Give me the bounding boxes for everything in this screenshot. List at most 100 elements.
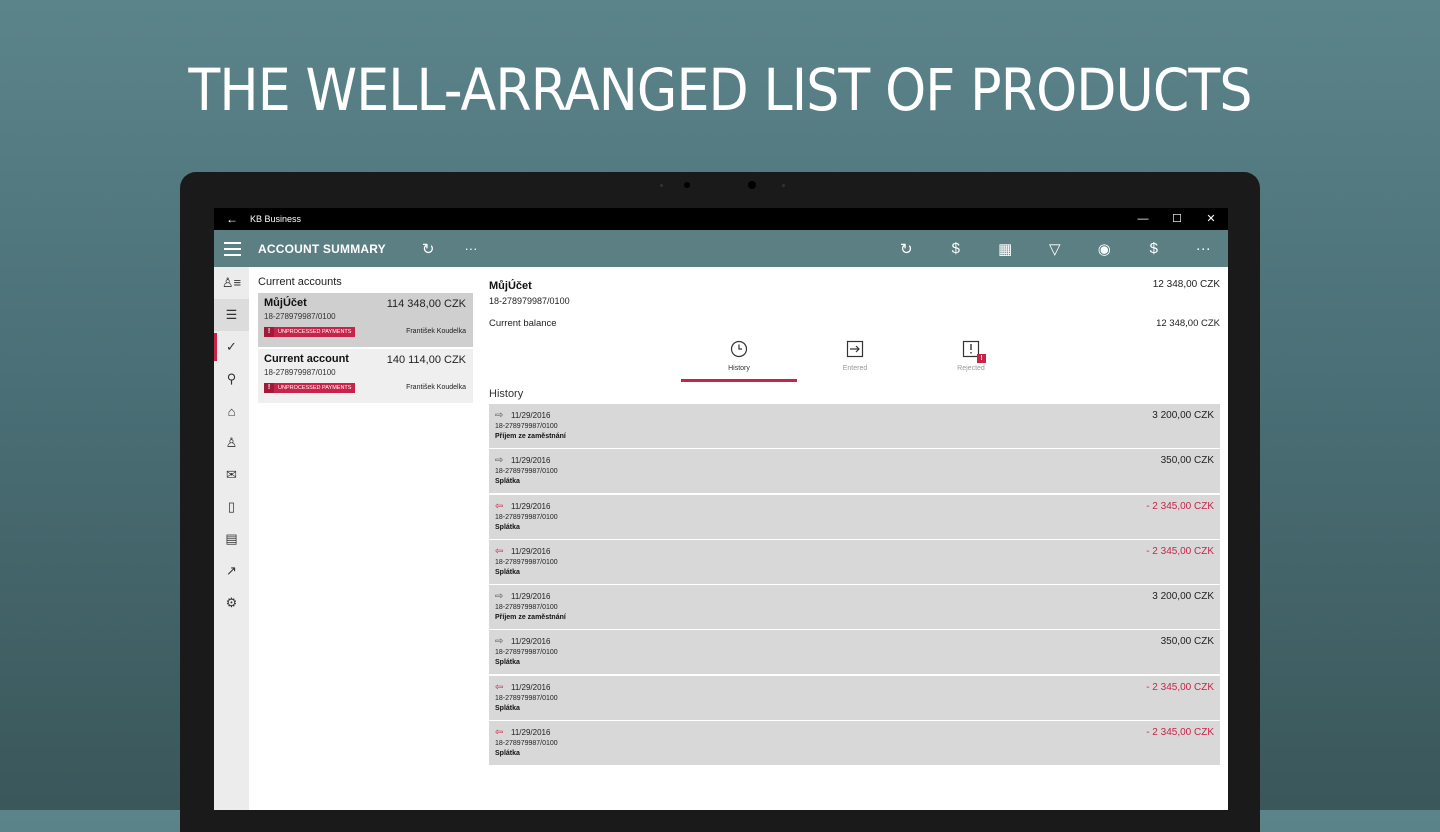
current-balance-value: 12 348,00 CZK [1156,318,1220,329]
window-controls: — ☐ ✕ [1126,208,1228,230]
account-owner: František Koudelka [406,384,466,391]
incoming-arrow-icon: ⇨ [495,636,504,648]
hamburger-menu-icon[interactable] [214,241,250,256]
maximize-button[interactable]: ☐ [1160,208,1194,230]
sensor [660,184,663,187]
transaction-date: 11/29/2016 [511,728,551,738]
transaction-date: 11/29/2016 [511,682,551,692]
account-number: 18-278979987/0100 [264,312,336,321]
outgoing-arrow-icon: ⇦ [495,681,504,693]
nav-rail: ♙≡ ☰ ✓ ⚲ ⌂ ♙ ✉ ▯ ▤ ↗ ⚙ [214,267,249,810]
transaction-date: 11/29/2016 [511,637,551,647]
headline: THE WELL-ARRANGED LIST OF PRODUCTS [188,56,1252,124]
more-icon[interactable]: ··· [464,241,477,256]
more-icon[interactable]: ··· [1179,240,1229,257]
account-list-icon[interactable]: ☰ [214,299,249,331]
history-list: ⇨ 11/29/2016 18-278979987/0100 Příjem ze za… [489,404,1220,766]
account-card[interactable]: MůjÚčet 114 348,00 CZK 18-278979987/0100… [258,293,473,347]
transaction-amount: - 2 345,00 CZK [1146,545,1214,557]
transaction-description: Příjem ze zaměstnání [495,614,566,622]
warning-icon: ! [264,383,274,393]
rejected-badge-icon: ! [977,354,986,363]
mail-icon[interactable]: ✉ [214,459,249,491]
tab-label: Entered [842,365,868,372]
transaction-row[interactable]: ⇨ 11/29/2016 18-278979987/0100 Splátka 350,0… [489,630,1220,675]
view-icon[interactable]: ◉ [1080,240,1130,258]
transaction-date: 11/29/2016 [511,456,551,466]
transaction-account: 18-278979987/0100 [495,558,558,566]
app-name: KB Business [250,214,302,224]
tab-entered[interactable]: Entered [797,338,913,382]
detail-account-amount: 12 348,00 CZK [1152,279,1220,290]
transaction-row[interactable]: ⇨ 11/29/2016 18-278979987/0100 Příjem ze za… [489,585,1220,630]
title-bar: ← KB Business — ☐ ✕ [214,208,1228,230]
transaction-description: Splátka [495,523,520,531]
close-button[interactable]: ✕ [1194,208,1228,230]
transaction-row[interactable]: ⇦ 11/29/2016 18-278979987/0100 Splátka - 2 3… [489,721,1220,766]
bank-icon[interactable]: ⌂ [214,395,249,427]
entered-icon [846,340,864,362]
checkmark-icon[interactable]: ✓ [214,331,249,363]
app-bar-actions: ↻ $ ▦ ▽ ◉ $ ··· [882,240,1229,258]
transaction-row[interactable]: ⇨ 11/29/2016 18-278979987/0100 Splátka 350,0… [489,449,1220,494]
person-icon[interactable]: ♙ [214,427,249,459]
transaction-row[interactable]: ⇨ 11/29/2016 18-278979987/0100 Příjem ze za… [489,404,1220,448]
transaction-description: Splátka [495,704,520,712]
detail-account-name: MůjÚčet [489,280,532,292]
camera [748,181,756,189]
contacts-list-icon[interactable]: ♙≡ [214,267,249,299]
settings-gear-icon[interactable]: ⚙ [214,587,249,619]
detail-account-number: 18-278979987/0100 [489,296,570,306]
transaction-account: 18-278979987/0100 [495,649,558,657]
transaction-account: 18-278979987/0100 [495,513,558,521]
tab-history[interactable]: History [681,338,797,382]
transaction-amount: - 2 345,00 CZK [1146,500,1214,512]
unprocessed-payments-badge: ! UNPROCESSED PAYMENTS [264,327,356,337]
outgoing-arrow-icon: ⇦ [495,500,504,512]
transaction-description: Splátka [495,568,520,576]
transaction-row[interactable]: ⇦ 11/29/2016 18-278979987/0100 Splátka - 2 3… [489,494,1220,539]
payment-icon[interactable]: $ [931,240,981,257]
incoming-arrow-icon: ⇨ [495,455,504,467]
back-arrow-icon[interactable]: ← [214,212,250,226]
transaction-account: 18-278979987/0100 [495,468,558,476]
transaction-amount: 350,00 CZK [1160,455,1214,467]
transaction-description: Splátka [495,478,520,486]
tab-rejected[interactable]: ! Rejected [913,338,1029,382]
page-title: ACCOUNT SUMMARY [258,241,386,256]
account-amount: 140 114,00 CZK [386,354,466,366]
transaction-account: 18-278979987/0100 [495,604,558,612]
app-window: ← KB Business — ☐ ✕ ACCOUNT SUMMARY ↻ ··… [214,208,1228,810]
transaction-date: 11/29/2016 [511,592,551,602]
qr-code-icon[interactable]: ▦ [981,240,1031,258]
outgoing-arrow-icon: ⇦ [495,545,504,557]
trend-chart-icon[interactable]: ↗ [214,555,249,587]
transaction-account: 18-278979987/0100 [495,423,558,430]
transaction-amount: - 2 345,00 CZK [1146,727,1214,739]
accounts-panel: Current accounts MůjÚčet 114 348,00 CZK … [258,267,473,405]
exchange-icon[interactable]: $ [1129,240,1179,257]
outgoing-arrow-icon: ⇦ [495,727,504,739]
tab-label: Rejected [957,365,985,372]
unprocessed-payments-badge: ! UNPROCESSED PAYMENTS [264,383,356,393]
transaction-date: 11/29/2016 [511,411,551,420]
rejected-icon: ! [962,340,986,363]
document-icon[interactable]: ▤ [214,523,249,555]
transaction-amount: 3 200,00 CZK [1152,591,1214,603]
clock-icon [730,340,748,362]
sensor [782,184,785,187]
refresh-icon[interactable]: ↻ [882,240,932,258]
transaction-row[interactable]: ⇦ 11/29/2016 18-278979987/0100 Splátka - 2 3… [489,675,1220,720]
location-pin-icon[interactable]: ⚲ [214,363,249,395]
account-card[interactable]: Current account 140 114,00 CZK 18-278979… [258,349,473,403]
account-number: 18-278979987/0100 [264,368,336,377]
filter-icon[interactable]: ▽ [1030,240,1080,258]
incoming-arrow-icon: ⇨ [495,410,504,421]
minimize-button[interactable]: — [1126,208,1160,230]
refresh-icon[interactable]: ↻ [422,240,435,258]
transaction-row[interactable]: ⇦ 11/29/2016 18-278979987/0100 Splátka - 2 3… [489,539,1220,584]
phone-icon[interactable]: ▯ [214,491,249,523]
transaction-account: 18-278979987/0100 [495,740,558,748]
tab-label: History [728,365,750,372]
history-tabs: History Entered ! Rejected [681,338,1029,382]
